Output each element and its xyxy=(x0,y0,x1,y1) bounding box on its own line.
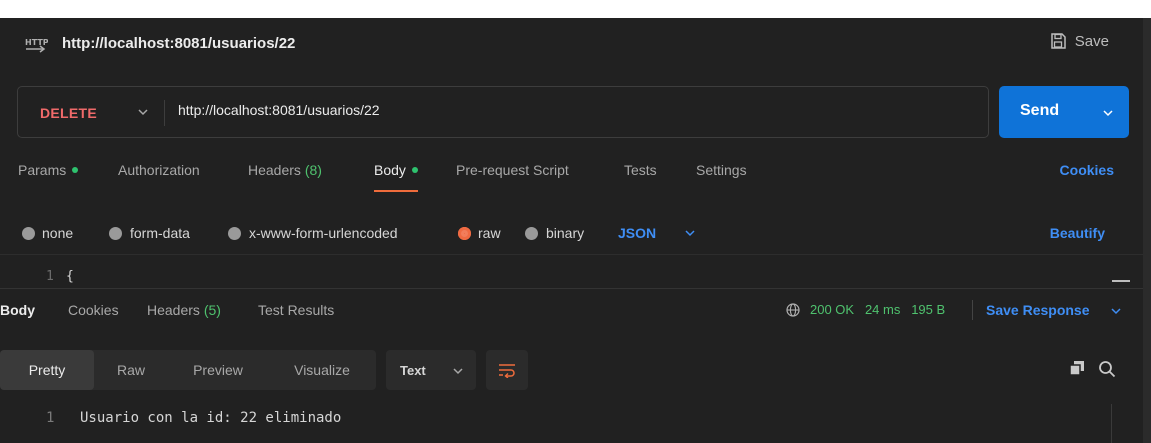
status-code: 200 OK xyxy=(810,302,855,317)
wrap-lines-button[interactable] xyxy=(486,350,528,390)
radio-none[interactable] xyxy=(22,227,35,240)
response-format-label: Text xyxy=(400,363,426,378)
view-pretty[interactable]: Pretty xyxy=(0,350,94,390)
chevron-down-icon[interactable] xyxy=(136,105,150,119)
radio-form-data[interactable] xyxy=(109,227,122,240)
tab-params[interactable]: Params xyxy=(18,162,79,178)
cookies-link[interactable]: Cookies xyxy=(1060,162,1114,178)
response-separator xyxy=(972,300,973,320)
response-time: 24 ms xyxy=(864,302,901,317)
request-title[interactable]: http://localhost:8081/usuarios/22 xyxy=(62,35,295,52)
chevron-down-icon xyxy=(453,368,463,375)
url-bar: DELETE http://localhost:8081/usuarios/22 xyxy=(17,86,989,138)
chevron-down-icon[interactable] xyxy=(684,227,696,239)
response-format-select[interactable]: Text xyxy=(386,350,476,390)
scrollbar[interactable] xyxy=(1111,404,1112,443)
radio-urlencoded-label[interactable]: x-www-form-urlencoded xyxy=(249,225,398,241)
radio-urlencoded[interactable] xyxy=(228,227,241,240)
body-type-selector: none form-data x-www-form-urlencoded raw… xyxy=(0,218,1143,252)
view-visualize[interactable]: Visualize xyxy=(270,350,374,390)
radio-form-data-label[interactable]: form-data xyxy=(130,225,190,241)
save-response-button[interactable]: Save Response xyxy=(986,302,1090,318)
radio-binary[interactable] xyxy=(525,227,538,240)
active-tab-underline xyxy=(374,190,418,192)
postman-app: HTTP http://localhost:8081/usuarios/22 S… xyxy=(0,0,1151,443)
panel-divider[interactable] xyxy=(0,288,1143,289)
tab-authorization[interactable]: Authorization xyxy=(118,162,200,178)
response-line-number: 1 xyxy=(46,410,55,426)
save-label: Save xyxy=(1074,32,1109,50)
radio-raw-label[interactable]: raw xyxy=(478,225,501,241)
tab-headers[interactable]: Headers (8) xyxy=(248,162,322,178)
send-label: Send xyxy=(1020,102,1060,119)
response-tabs: Body Cookies Headers (5) Test Results 20… xyxy=(0,292,1143,332)
request-panel: HTTP http://localhost:8081/usuarios/22 S… xyxy=(0,18,1143,443)
editor-line-number: 1 xyxy=(46,269,54,284)
chevron-down-icon[interactable] xyxy=(1110,305,1122,317)
method-select[interactable]: DELETE xyxy=(40,105,97,121)
tab-body[interactable]: Body xyxy=(374,162,418,178)
tab-test-results[interactable]: Test Results xyxy=(258,302,334,318)
format-select[interactable]: JSON xyxy=(618,225,656,241)
response-headers-label: Headers xyxy=(147,302,200,318)
chevron-down-icon[interactable] xyxy=(1101,106,1115,120)
response-status[interactable]: 200 OK 24 ms 195 B xyxy=(810,302,945,317)
url-input[interactable]: http://localhost:8081/usuarios/22 xyxy=(178,102,380,118)
search-icon[interactable] xyxy=(1098,360,1116,378)
tab-params-label: Params xyxy=(18,162,67,178)
resize-handle[interactable] xyxy=(1112,280,1130,282)
tab-pre-request-script[interactable]: Pre-request Script xyxy=(456,162,569,178)
radio-binary-label[interactable]: binary xyxy=(546,225,584,241)
tab-response-headers[interactable]: Headers (5) xyxy=(147,302,221,318)
beautify-link[interactable]: Beautify xyxy=(1050,225,1105,241)
tab-body-label: Body xyxy=(374,162,406,178)
tab-response-cookies[interactable]: Cookies xyxy=(68,302,119,318)
tab-tests[interactable]: Tests xyxy=(624,162,657,178)
request-body-editor[interactable]: 1 { xyxy=(0,254,1143,288)
view-preview[interactable]: Preview xyxy=(170,350,266,390)
radio-none-label[interactable]: none xyxy=(42,225,73,241)
radio-raw[interactable] xyxy=(458,227,471,240)
svg-text:HTTP: HTTP xyxy=(25,38,48,47)
response-text[interactable]: Usuario con la id: 22 eliminado xyxy=(80,410,341,426)
wrap-lines-icon xyxy=(499,364,515,378)
headers-count: (8) xyxy=(304,162,322,178)
response-headers-count: (5) xyxy=(203,302,221,318)
request-title-bar: HTTP http://localhost:8081/usuarios/22 S… xyxy=(0,18,1143,72)
globe-icon[interactable] xyxy=(786,303,800,317)
http-icon: HTTP xyxy=(25,38,48,53)
tab-response-body[interactable]: Body xyxy=(0,302,35,318)
send-button[interactable]: Send xyxy=(999,86,1129,138)
save-icon xyxy=(1051,33,1066,49)
response-view-selector: Pretty Raw Preview Visualize xyxy=(0,350,376,390)
response-body[interactable]: 1 Usuario con la id: 22 eliminado xyxy=(0,400,1143,443)
copy-icon[interactable] xyxy=(1069,360,1085,376)
right-edge xyxy=(1143,18,1151,443)
tab-headers-label: Headers xyxy=(248,162,301,178)
response-size: 195 B xyxy=(911,302,946,317)
params-indicator xyxy=(72,167,79,173)
tab-settings[interactable]: Settings xyxy=(696,162,747,178)
view-raw[interactable]: Raw xyxy=(96,350,166,390)
body-indicator xyxy=(411,167,418,173)
save-button[interactable]: Save xyxy=(1049,32,1109,50)
url-separator xyxy=(164,100,165,126)
editor-content[interactable]: { xyxy=(66,269,74,284)
request-tabs: Params Authorization Headers (8) Body Pr… xyxy=(0,158,1143,198)
